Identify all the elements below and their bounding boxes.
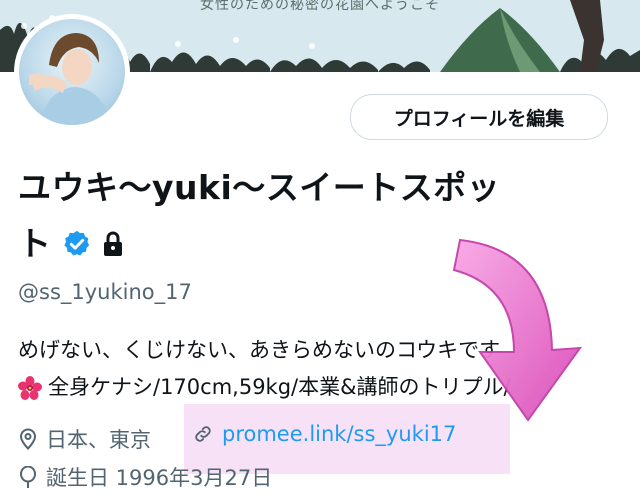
profile-link-text[interactable]: promee.link/ss_yuki17 <box>222 422 456 446</box>
banner-caption: 女性のための秘密の花園へようこそ <box>200 0 440 13</box>
location-pin-icon <box>19 428 37 450</box>
edit-profile-button[interactable]: プロフィールを編集 <box>350 94 608 140</box>
lock-icon <box>103 231 122 256</box>
avatar[interactable] <box>14 14 130 130</box>
avatar-photo <box>19 19 125 125</box>
balloon-icon <box>20 466 36 488</box>
profile-meta-birthday: 誕生日 1996年3月27日 <box>18 462 272 492</box>
user-handle: @ss_1yukino_17 <box>18 280 192 304</box>
profile-link[interactable]: promee.link/ss_yuki17 <box>192 422 456 446</box>
profile-meta-location: 日本、東京 <box>18 422 169 456</box>
birthday-text: 誕生日 1996年3月27日 <box>46 466 273 490</box>
link-icon <box>195 426 211 442</box>
verified-badge-icon[interactable] <box>62 229 92 259</box>
display-name-line1: ユウキ〜yuki〜スイートスポッ <box>18 168 501 207</box>
display-name-line2: ト <box>18 224 52 263</box>
hibiscus-icon <box>18 375 42 400</box>
location-text: 日本、東京 <box>46 428 151 452</box>
annotation-arrow-icon <box>452 238 583 422</box>
